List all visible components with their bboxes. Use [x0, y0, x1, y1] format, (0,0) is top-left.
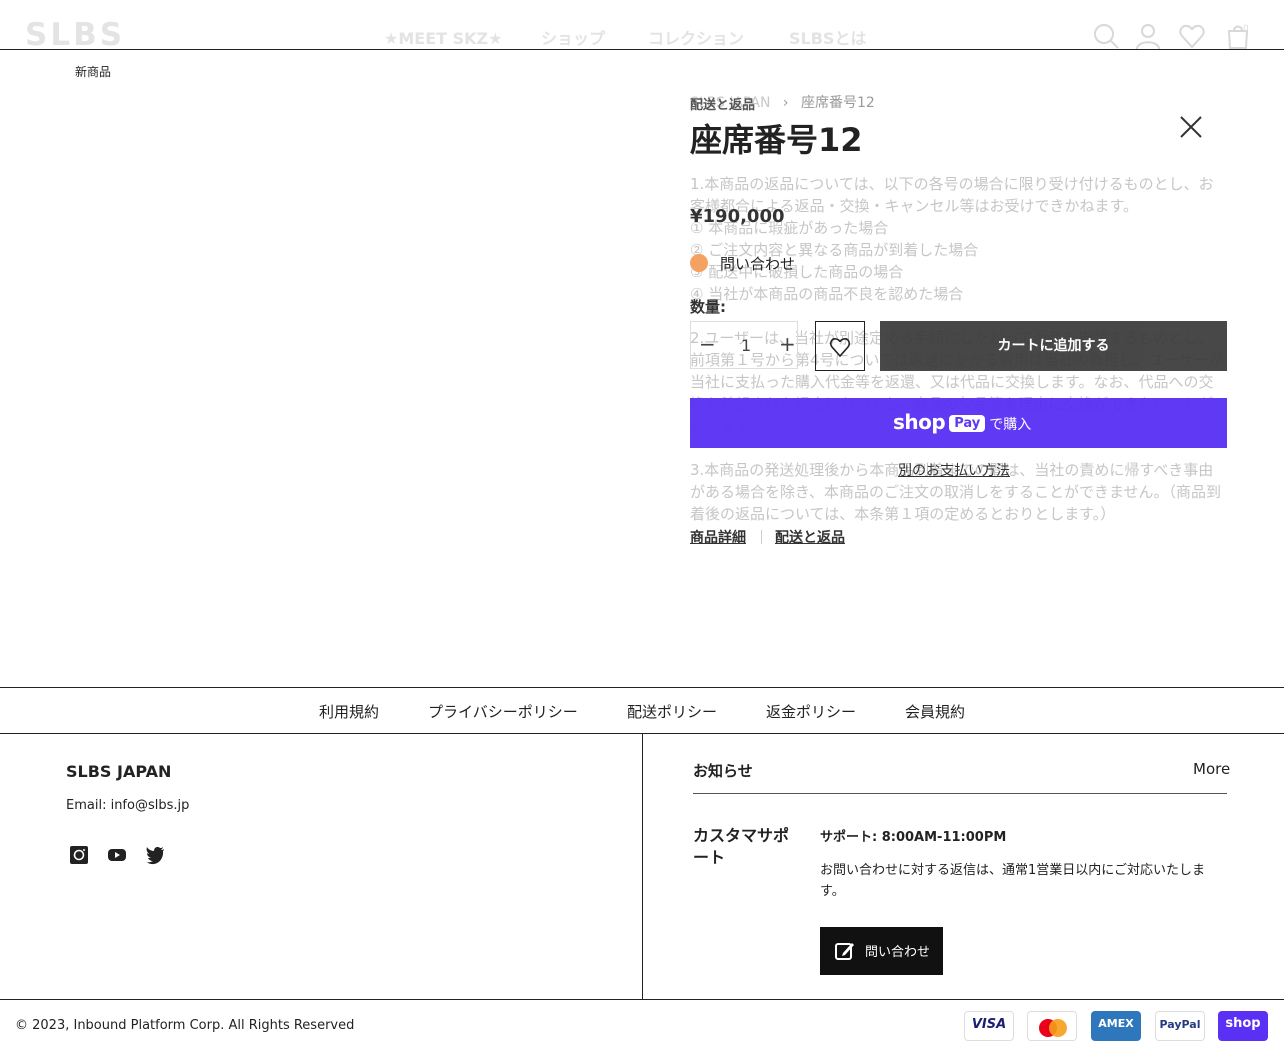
- close-icon[interactable]: [1178, 114, 1204, 140]
- cart-count-badge: 0: [1243, 24, 1249, 34]
- breadcrumb-ghost-heading: 配送と返品: [690, 98, 756, 113]
- footer-bottom-divider: [0, 999, 1284, 1000]
- tab-product-details[interactable]: 商品詳細: [690, 530, 746, 546]
- shoppay-logo-badge: Pay: [949, 415, 986, 432]
- chat-avatar-icon: [690, 254, 708, 272]
- quantity-label: 数量:: [690, 298, 726, 316]
- support-hours: サポート: 8:00AM-11:00PM: [820, 830, 1007, 845]
- contact-button-label: 問い合わせ: [865, 945, 931, 960]
- support-description: お問い合わせに対する返信は、通常1営業日以内にご対応いたします。: [820, 863, 1206, 899]
- quantity-stepper: − 1 +: [690, 321, 798, 369]
- wishlist-button[interactable]: [815, 321, 865, 371]
- quantity-input[interactable]: 1: [741, 336, 751, 355]
- minus-icon[interactable]: −: [699, 332, 716, 356]
- news-divider: [693, 793, 1227, 794]
- footer-link-membership[interactable]: 会員規約: [905, 701, 965, 722]
- more-payment-options-link[interactable]: 別のお支払い方法: [898, 460, 1010, 480]
- chevron-right-icon: ›: [782, 95, 789, 111]
- shoppay-logo-word: shop: [893, 410, 946, 434]
- nav-meet-skz[interactable]: ★MEET SKZ★: [384, 29, 502, 49]
- product-tabs: 商品詳細 配送と返品: [690, 527, 845, 547]
- plus-icon[interactable]: +: [779, 332, 796, 356]
- product-price: ¥190,000: [690, 206, 785, 227]
- nav-shop[interactable]: ショップ: [541, 29, 605, 49]
- inquiry-label: 問い合わせ: [720, 255, 796, 273]
- footer-email[interactable]: Email: info@slbs.jp: [66, 798, 189, 813]
- amex-icon: AMEX: [1091, 1011, 1141, 1041]
- nav-about[interactable]: SLBSとは: [789, 29, 866, 49]
- inquiry-link[interactable]: 問い合わせ: [690, 253, 795, 274]
- footer-brand: SLBS JAPAN: [66, 762, 172, 781]
- footer-policy-bar: 利用規約 プライバシーポリシー 配送ポリシー 返金ポリシー 会員規約: [0, 687, 1284, 734]
- tab-shipping-returns[interactable]: 配送と返品: [775, 530, 845, 546]
- customer-support-heading: カスタマサポート: [693, 826, 790, 867]
- footer-link-terms[interactable]: 利用規約: [319, 701, 379, 722]
- site-header: SLBS ★MEET SKZ★ ショップ コレクション SLBSとは 0: [0, 0, 1284, 52]
- heart-icon[interactable]: [1178, 22, 1206, 50]
- search-icon[interactable]: [1092, 22, 1120, 50]
- breadcrumb-current: 座席番号12: [800, 95, 875, 111]
- footer-divider: [642, 734, 643, 999]
- nav-collection[interactable]: コレクション: [648, 29, 744, 49]
- footer-link-refund[interactable]: 返金ポリシー: [766, 701, 856, 722]
- footer-link-privacy[interactable]: プライバシーポリシー: [428, 701, 578, 722]
- add-to-cart-button[interactable]: カートに追加する: [880, 321, 1227, 371]
- product-title: 座席番号12: [690, 121, 863, 159]
- policy-item: ④ 当社が本商品の商品不良を認めた場合: [690, 285, 964, 303]
- shoppay-button[interactable]: shop Pay で購入: [690, 398, 1227, 448]
- mastercard-icon: [1027, 1011, 1077, 1041]
- contact-button[interactable]: 問い合わせ: [820, 927, 943, 975]
- shoppay-buy-label: で購入: [989, 417, 1032, 433]
- news-more-link[interactable]: More: [1193, 760, 1230, 778]
- youtube-icon[interactable]: [107, 845, 127, 865]
- visa-icon: VISA: [964, 1011, 1014, 1041]
- account-icon[interactable]: [1134, 22, 1162, 50]
- tab-divider: [761, 530, 762, 544]
- shoppay-icon: shop: [1218, 1011, 1268, 1041]
- site-logo[interactable]: SLBS: [25, 18, 125, 52]
- footer-link-shipping[interactable]: 配送ポリシー: [627, 701, 717, 722]
- news-heading: お知らせ: [693, 762, 753, 780]
- edit-icon: [835, 943, 854, 960]
- heart-icon: [829, 338, 851, 358]
- twitter-icon[interactable]: [145, 845, 165, 865]
- new-product-badge: 新商品: [75, 65, 112, 79]
- paypal-icon: PayPal: [1155, 1011, 1205, 1041]
- copyright: © 2023, Inbound Platform Corp. All Right…: [15, 1018, 355, 1033]
- instagram-icon[interactable]: [69, 845, 89, 865]
